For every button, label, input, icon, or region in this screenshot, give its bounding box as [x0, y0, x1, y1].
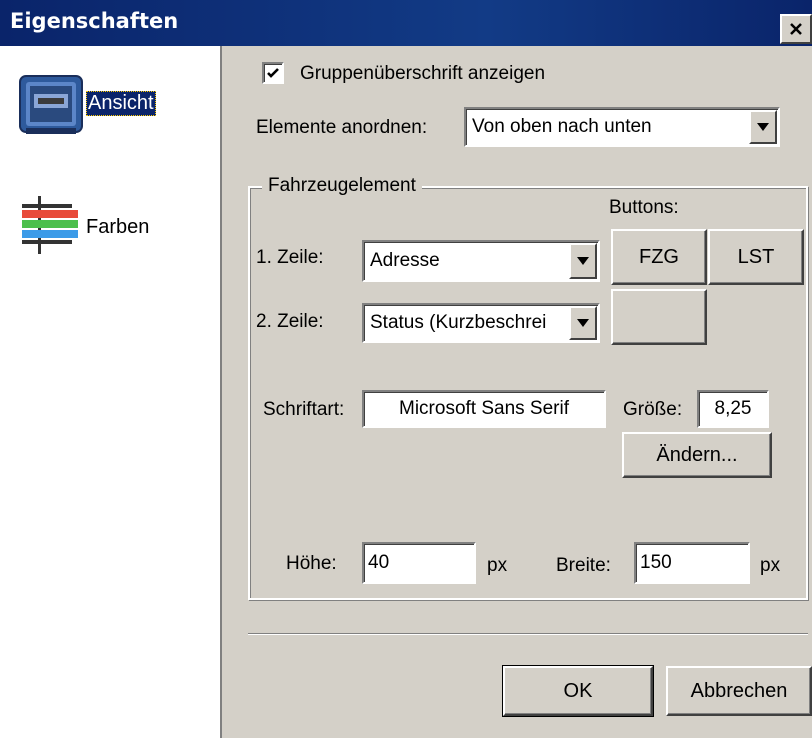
- sidebar-item-label: Farben: [86, 216, 150, 238]
- lst-button[interactable]: LST: [708, 229, 804, 285]
- arrange-label: Elemente anordnen:: [256, 117, 428, 138]
- sidebar: Ansicht Farben: [0, 46, 222, 738]
- arrange-value: Von oben nach unten: [472, 116, 652, 137]
- sidebar-item-label: Ansicht: [86, 91, 156, 116]
- cancel-button[interactable]: Abbrechen: [666, 666, 812, 716]
- height-label: Höhe:: [286, 553, 337, 574]
- font-label: Schriftart:: [263, 399, 345, 420]
- dropdown-button[interactable]: [569, 243, 597, 279]
- dropdown-button[interactable]: [569, 306, 597, 340]
- chevron-down-icon: [757, 123, 769, 131]
- row2-label: 2. Zeile:: [256, 311, 324, 332]
- row1-dropdown[interactable]: Adresse: [362, 240, 600, 282]
- height-input[interactable]: 40: [362, 542, 476, 584]
- color-bars-icon: [22, 196, 78, 254]
- close-button[interactable]: [780, 14, 812, 44]
- sidebar-item-ansicht[interactable]: Ansicht: [0, 68, 220, 138]
- width-value: 150: [640, 552, 672, 573]
- height-unit: px: [487, 555, 508, 576]
- font-field: Microsoft Sans Serif: [362, 390, 606, 428]
- window-title: Eigenschaften: [10, 9, 179, 33]
- font-value: Microsoft Sans Serif: [399, 398, 569, 419]
- size-field: 8,25: [697, 390, 769, 428]
- chevron-down-icon: [577, 319, 589, 327]
- size-value: 8,25: [714, 398, 752, 419]
- fzg-button[interactable]: FZG: [611, 229, 707, 285]
- arrange-dropdown[interactable]: Von oben nach unten: [464, 107, 780, 147]
- row2-dropdown[interactable]: Status (Kurzbeschrei: [362, 303, 600, 343]
- dropdown-button[interactable]: [749, 110, 777, 144]
- ok-button[interactable]: OK: [502, 665, 654, 717]
- empty-button[interactable]: [611, 289, 707, 345]
- show-group-header-label: Gruppenüberschrift anzeigen: [300, 63, 546, 84]
- group-title: Fahrzeugelement: [262, 175, 422, 197]
- width-label: Breite:: [556, 555, 611, 576]
- height-value: 40: [368, 552, 390, 573]
- close-icon: [790, 23, 802, 35]
- change-font-button[interactable]: Ändern...: [622, 432, 772, 478]
- buttons-label: Buttons:: [609, 197, 679, 218]
- width-unit: px: [760, 555, 781, 576]
- chevron-down-icon: [577, 257, 589, 265]
- size-label: Größe:: [623, 399, 683, 420]
- row2-value: Status (Kurzbeschrei: [370, 312, 547, 333]
- width-input[interactable]: 150: [634, 542, 750, 584]
- display-icon: [19, 75, 83, 134]
- sidebar-item-farben[interactable]: Farben: [0, 192, 220, 262]
- show-group-header-checkbox[interactable]: [262, 62, 284, 84]
- row1-value: Adresse: [370, 250, 440, 271]
- row1-label: 1. Zeile:: [256, 247, 324, 268]
- separator: [248, 633, 808, 635]
- checkmark-icon: [267, 68, 279, 78]
- title-bar[interactable]: Eigenschaften: [0, 0, 812, 46]
